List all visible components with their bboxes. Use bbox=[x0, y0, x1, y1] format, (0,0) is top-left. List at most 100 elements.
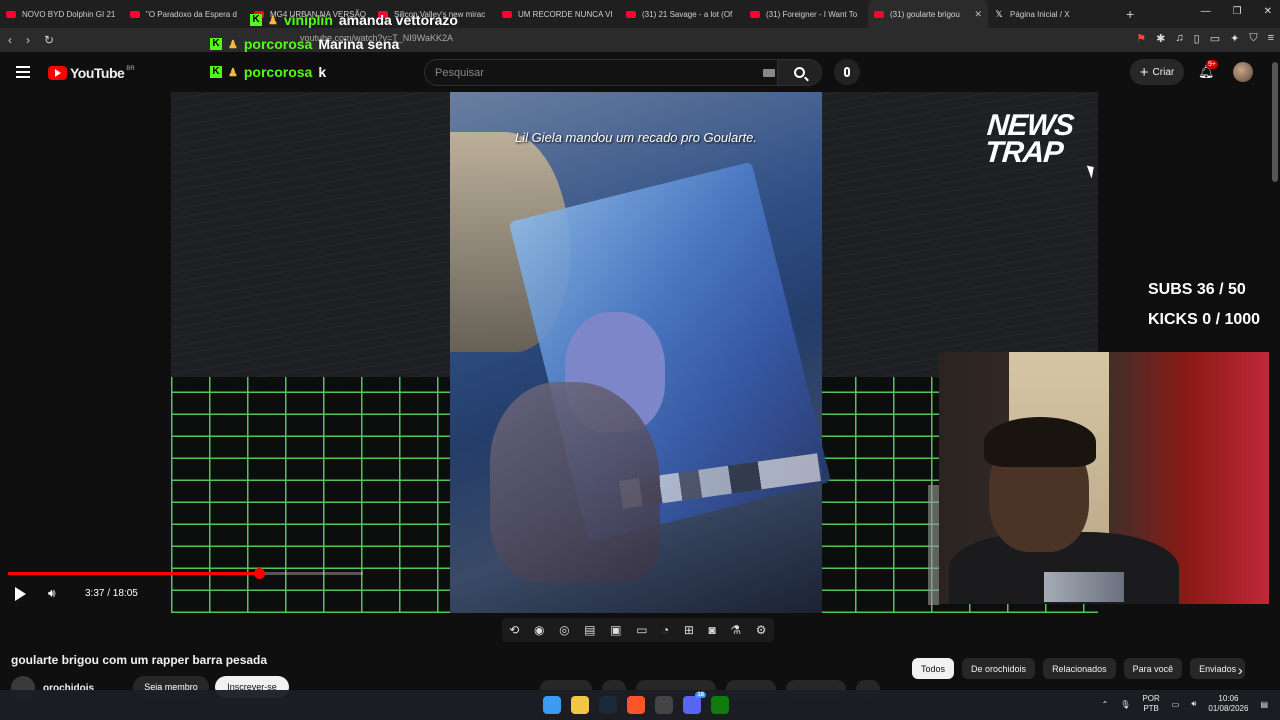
windows-taskbar: 18 ⌃ 🎙︎ POR PTB ▭ 🔊︎ 10:06 01/08/2026 ▤ bbox=[0, 690, 1280, 720]
taskbar-apps: 18 bbox=[543, 692, 729, 714]
file-explorer-icon[interactable] bbox=[571, 696, 589, 714]
discord-badge: 18 bbox=[695, 692, 706, 698]
network-icon[interactable]: ▭ bbox=[1172, 700, 1180, 709]
badge-icon: ♟ bbox=[268, 14, 278, 27]
chat-text: Marina sena bbox=[318, 36, 400, 52]
video-title: goularte brigou com um rapper barra pesa… bbox=[11, 653, 268, 667]
clock[interactable]: 10:06 01/08/2026 bbox=[1208, 694, 1248, 714]
add-icon[interactable]: ⊞ bbox=[684, 623, 694, 637]
create-button[interactable]: + Criar bbox=[1130, 59, 1184, 85]
notification-center-icon[interactable]: ▤ bbox=[1260, 700, 1268, 709]
notification-badge: 9+ bbox=[1206, 60, 1218, 69]
voice-search-button[interactable] bbox=[834, 59, 860, 85]
chip[interactable]: Para você bbox=[1123, 658, 1183, 679]
clip-hand bbox=[490, 382, 660, 582]
clock-date: 01/08/2026 bbox=[1208, 704, 1249, 713]
window-controls: — ❐ ✕ bbox=[1201, 6, 1272, 17]
youtube-logo[interactable]: YouTube BR bbox=[48, 65, 135, 81]
flask-icon[interactable]: ⚗ bbox=[730, 623, 741, 637]
keyboard-icon[interactable] bbox=[763, 69, 775, 77]
sparkle-icon[interactable]: ✦ bbox=[1230, 32, 1239, 45]
tab-label: NOVO BYD Dolphin GI 21 bbox=[22, 9, 116, 19]
search-box[interactable]: Pesquisar bbox=[424, 59, 822, 86]
youtube-icon bbox=[874, 10, 884, 18]
puzzle-icon[interactable]: ✱ bbox=[1156, 32, 1165, 45]
search-input[interactable]: Pesquisar bbox=[435, 67, 484, 79]
frame-icon[interactable]: ▣ bbox=[610, 623, 621, 637]
forward-icon[interactable]: › bbox=[26, 33, 30, 47]
tray-chevron-icon[interactable]: ⌃ bbox=[1102, 700, 1109, 709]
progress-knob[interactable] bbox=[254, 568, 265, 579]
volume-icon[interactable]: 🔊︎ bbox=[48, 586, 56, 601]
speed-icon[interactable]: ◔ bbox=[662, 623, 669, 637]
browser-tab[interactable]: (31) 21 Savage - a lot (Of bbox=[620, 0, 744, 28]
plus-icon: + bbox=[1139, 63, 1149, 81]
notifications-button[interactable]: 🔔︎ 9+ bbox=[1198, 60, 1218, 80]
screenshot-icon[interactable]: ◙ bbox=[709, 623, 716, 637]
app-icon[interactable] bbox=[655, 696, 673, 714]
back-icon[interactable]: ‹ bbox=[8, 33, 12, 47]
kick-icon: K bbox=[210, 66, 222, 78]
scroll-thumb[interactable] bbox=[1272, 62, 1278, 182]
chat-user: porcorosa bbox=[243, 36, 313, 52]
chat-message: K ♟ porcorosa k bbox=[210, 64, 326, 80]
steam-icon[interactable] bbox=[599, 696, 617, 714]
cam-hair bbox=[984, 417, 1096, 467]
close-window-icon[interactable]: ✕ bbox=[1264, 6, 1272, 17]
browser-tab[interactable]: "O Paradoxo da Espera d bbox=[124, 0, 248, 28]
play-icon[interactable] bbox=[15, 587, 26, 601]
sidebar-icon[interactable]: ▯ bbox=[1194, 32, 1200, 45]
theater-icon[interactable]: ▭ bbox=[636, 623, 647, 637]
music-icon[interactable]: ♫ bbox=[1175, 32, 1183, 45]
progress-fill bbox=[8, 572, 259, 575]
clapper-icon[interactable]: ▤ bbox=[584, 623, 595, 637]
browser-tab[interactable]: (31) goularte brigou ✕ bbox=[868, 0, 988, 28]
language-indicator[interactable]: POR PTB bbox=[1142, 694, 1159, 714]
chip[interactable]: De orochidois bbox=[962, 658, 1036, 679]
browser-tab[interactable]: UM RECORDE NUNCA VI bbox=[496, 0, 620, 28]
loop-icon[interactable]: ⟲ bbox=[509, 623, 519, 637]
vpn-icon[interactable]: ⛉ bbox=[1249, 32, 1257, 45]
windows-start-icon[interactable] bbox=[543, 696, 561, 714]
hamburger-menu-icon[interactable] bbox=[16, 66, 30, 78]
xbox-icon[interactable] bbox=[711, 696, 729, 714]
tab-label: (31) 21 Savage - a lot (Of bbox=[642, 9, 733, 19]
browser-menu-icon[interactable]: ≡ bbox=[1268, 32, 1274, 45]
discord-icon[interactable]: 18 bbox=[683, 692, 706, 714]
extension-icon[interactable]: ⚑ bbox=[1136, 32, 1146, 45]
restore-icon[interactable]: ❐ bbox=[1233, 6, 1242, 17]
minimize-icon[interactable]: — bbox=[1201, 6, 1211, 17]
youtube-icon bbox=[6, 10, 16, 18]
search-button[interactable] bbox=[777, 60, 821, 85]
chat-text: k bbox=[318, 64, 327, 80]
system-tray: ⌃ 🎙︎ POR PTB ▭ 🔊︎ 10:06 01/08/2026 ▤ bbox=[1102, 694, 1268, 714]
account-avatar[interactable] bbox=[1233, 62, 1253, 82]
reload-icon[interactable]: ↻ bbox=[44, 33, 54, 47]
badge-icon: ♟ bbox=[228, 66, 238, 79]
brave-icon[interactable] bbox=[627, 696, 645, 714]
chevron-right-icon[interactable]: › bbox=[1238, 662, 1243, 678]
chat-message: K ♟ viniplin amanda vettorazo bbox=[250, 12, 458, 28]
close-tab-icon[interactable]: ✕ bbox=[974, 9, 982, 20]
recommendation-chips: Todos De orochidois Relacionados Para você E… bbox=[912, 658, 1246, 679]
mic-tray-icon[interactable]: 🎙︎ bbox=[1120, 700, 1130, 709]
browser-tab[interactable]: (31) Foreigner - I Want To bbox=[744, 0, 868, 28]
extensions-area: ⚑ ✱ ♫ ▯ ▭ ✦ ⛉ ≡ bbox=[1136, 32, 1274, 45]
subs-goal: SUBS 36 / 50 bbox=[1148, 281, 1246, 298]
sound-icon[interactable]: 🔊︎ bbox=[1191, 699, 1196, 709]
youtube-icon bbox=[502, 10, 512, 18]
progress-bar[interactable] bbox=[8, 568, 363, 579]
chip[interactable]: Relacionados bbox=[1043, 658, 1116, 679]
chip[interactable]: Todos bbox=[912, 658, 955, 679]
chip[interactable]: Enviados bbox=[1190, 658, 1246, 679]
browser-tab[interactable]: 𝕏 Página Inicial / X bbox=[988, 0, 1112, 28]
settings-icon[interactable]: ⚙ bbox=[756, 623, 767, 637]
page-scrollbar[interactable] bbox=[1270, 52, 1280, 690]
view-icon[interactable]: ◎ bbox=[559, 623, 569, 637]
browser-tab[interactable]: NOVO BYD Dolphin GI 21 bbox=[0, 0, 124, 28]
wallet-icon[interactable]: ▭ bbox=[1210, 32, 1220, 45]
youtube-header: YouTube BR Pesquisar + Criar 🔔︎ 9+ bbox=[0, 52, 1280, 92]
player-extension-toolbar: ⟲ ◉ ◎ ▤ ▣ ▭ ◔ ⊞ ◙ ⚗ ⚙ bbox=[502, 618, 774, 642]
broadcast-icon[interactable]: ◉ bbox=[534, 623, 544, 637]
new-tab-button[interactable]: + bbox=[1126, 6, 1134, 22]
